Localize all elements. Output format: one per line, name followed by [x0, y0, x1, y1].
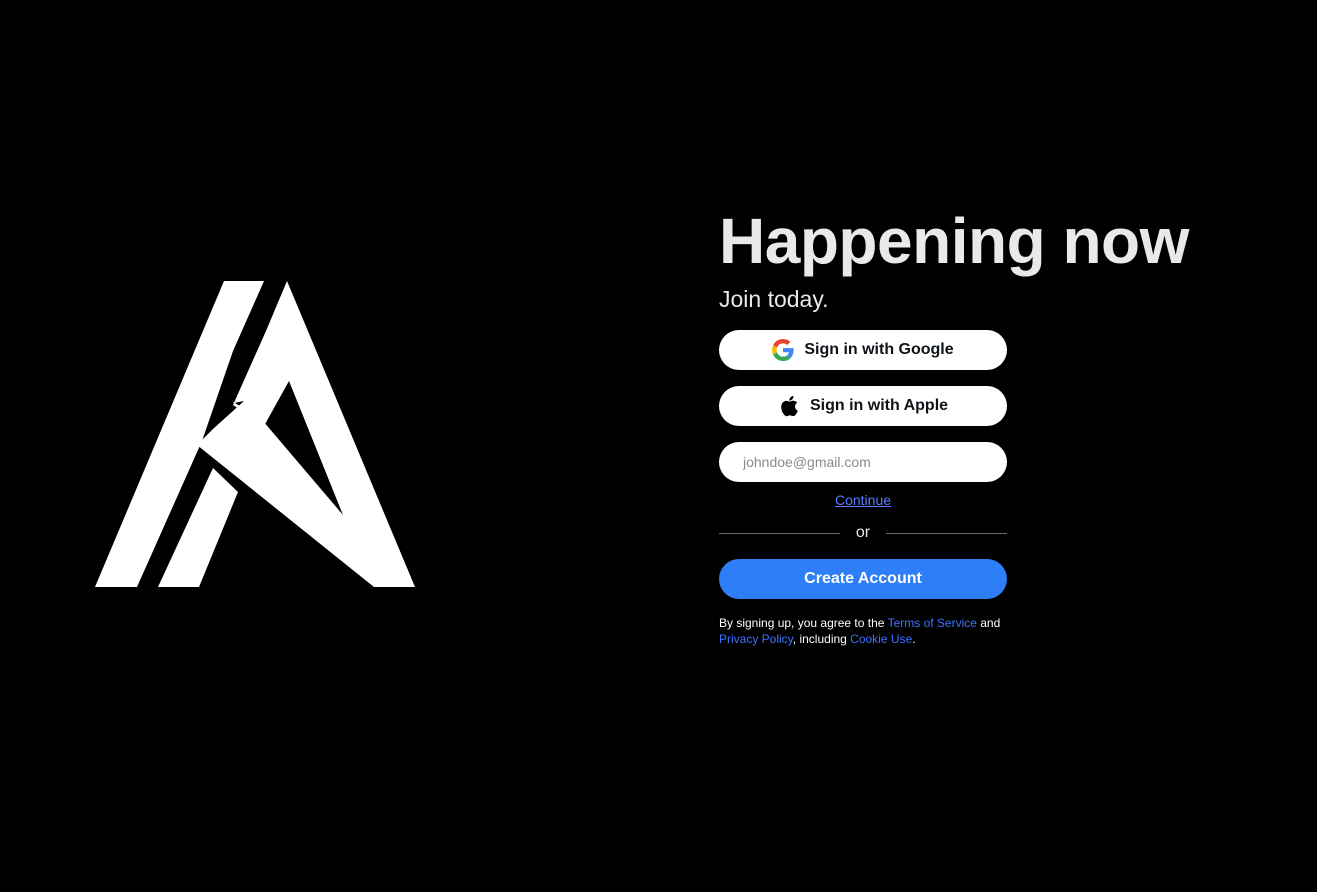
legal-notice: By signing up, you agree to the Terms of…: [719, 615, 1019, 647]
brand-logo-icon: [94, 281, 416, 587]
legal-including: , including: [792, 632, 851, 646]
page-headline: Happening now: [719, 205, 1189, 277]
or-divider: or: [719, 522, 1008, 544]
terms-of-service-link[interactable]: Terms of Service: [888, 616, 977, 630]
apple-signin-label: Sign in with Apple: [809, 397, 949, 414]
create-account-button[interactable]: Create Account: [719, 559, 1007, 599]
email-field[interactable]: [719, 442, 1007, 482]
legal-and: and: [976, 616, 1001, 630]
google-icon: [772, 339, 794, 361]
page-subheadline: Join today.: [719, 286, 829, 312]
continue-link[interactable]: Continue: [835, 492, 891, 508]
legal-prefix: By signing up, you agree to the: [719, 616, 888, 630]
legal-suffix: .: [912, 632, 916, 646]
divider-line-right: [886, 532, 1008, 534]
signup-panel: Happening now Join today. Sign in with G…: [719, 205, 1239, 647]
apple-signin-button[interactable]: Sign in with Apple: [719, 386, 1007, 426]
apple-icon: [778, 395, 800, 417]
continue-row: Continue: [719, 491, 1007, 509]
divider-line-left: [719, 532, 840, 534]
google-signin-label: Sign in with Google: [804, 341, 954, 358]
signup-page: Happening now Join today. Sign in with G…: [0, 0, 1317, 892]
cookie-use-link[interactable]: Cookie Use: [850, 632, 912, 646]
privacy-policy-link[interactable]: Privacy Policy: [719, 632, 793, 646]
google-signin-button[interactable]: Sign in with Google: [719, 330, 1007, 370]
divider-label: or: [855, 524, 871, 541]
